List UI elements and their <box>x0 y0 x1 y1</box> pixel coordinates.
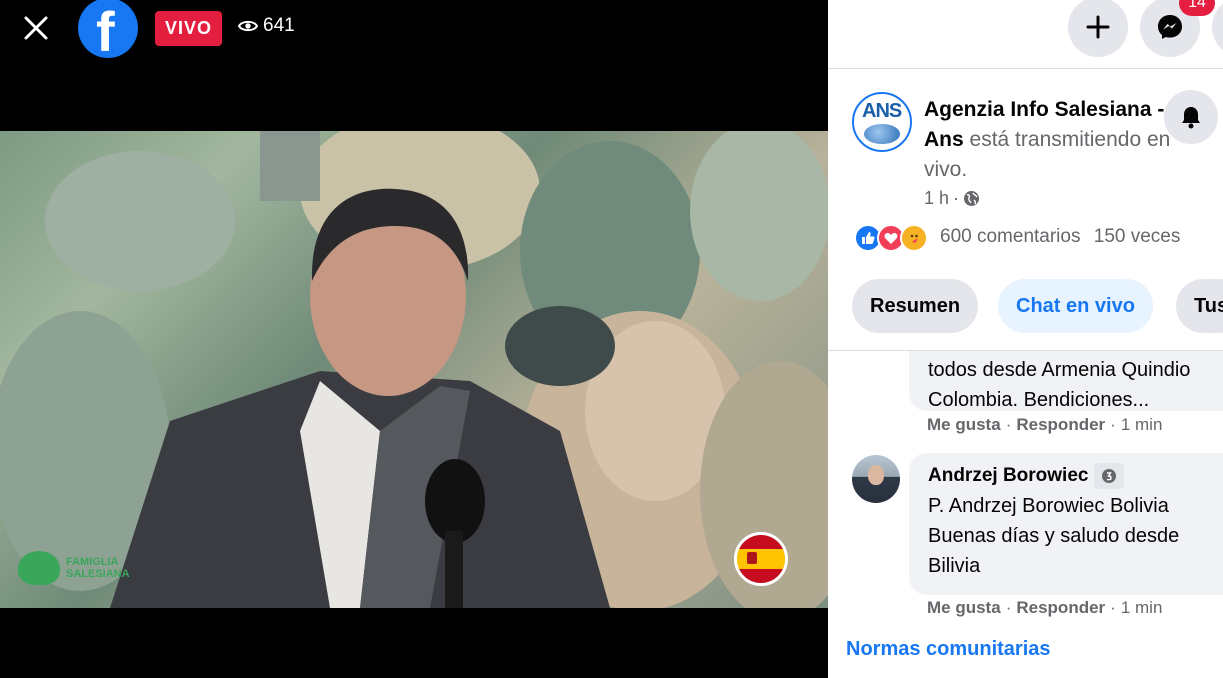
meta-dot: · <box>953 188 960 208</box>
notifications-bell-button[interactable] <box>1164 90 1218 144</box>
live-video-viewer: f VIVO 641 FAMIGLIA SALESIANA 14 ANS Age… <box>0 0 1223 678</box>
comment-reply-button[interactable]: Responder <box>1016 598 1105 617</box>
watermark-text: FAMIGLIA SALESIANA <box>66 556 130 580</box>
community-standards-link[interactable]: Normas comunitarias <box>846 638 1051 661</box>
comment-text-line[interactable]: Colombia. Bendiciones... <box>928 385 1223 415</box>
comment-text-line: Bilivia <box>928 555 981 577</box>
reaction-icons[interactable] <box>854 224 928 252</box>
famiglia-salesiana-watermark: FAMIGLIA SALESIANA <box>18 551 130 585</box>
post-time[interactable]: 1 h <box>924 188 949 209</box>
video-pane: f VIVO 641 FAMIGLIA SALESIANA <box>0 0 828 678</box>
tab-tus[interactable]: Tus <box>1176 279 1223 333</box>
close-icon[interactable] <box>14 6 58 50</box>
comments-count[interactable]: 600 comentarios <box>940 226 1080 247</box>
comment-time[interactable]: 1 min <box>1121 415 1163 434</box>
post-meta: 1 h · <box>924 188 980 209</box>
shares-count[interactable]: 150 veces <box>1094 226 1181 247</box>
tab-chat-en-vivo[interactable]: Chat en vivo <box>998 279 1153 333</box>
post-header-text: Agenzia Info Salesiana - Ans está transm… <box>924 95 1174 185</box>
create-button[interactable] <box>1068 0 1128 57</box>
avatar[interactable] <box>852 455 900 503</box>
plus-icon <box>1086 15 1110 39</box>
comment-actions: Me gusta · Responder · 1 min <box>927 415 1163 434</box>
live-badge: VIVO <box>155 11 223 46</box>
top-bar: 14 <box>828 0 1223 69</box>
engagement-counts: 600 comentarios 150 veces <box>940 226 1188 248</box>
tab-resumen[interactable]: Resumen <box>852 279 979 333</box>
comment-actions: Me gusta · Responder · 1 min <box>927 598 1163 617</box>
page-avatar[interactable]: ANS <box>852 92 912 152</box>
comment-time[interactable]: 1 min <box>1121 598 1163 617</box>
comment-author-name[interactable]: Andrzej Borowiec <box>928 465 1088 487</box>
notification-badge: 14 <box>1179 0 1215 16</box>
eye-icon <box>238 20 258 32</box>
comment-author-row: Andrzej Borowiec <box>928 461 1223 491</box>
care-reaction-icon <box>900 224 928 252</box>
comments-list: todos desde Armenia Quindio Colombia. Be… <box>828 350 1223 678</box>
comment-reply-button[interactable]: Responder <box>1016 415 1105 434</box>
comment-bubble: Andrzej Borowiec P. Andrzej Borowiec Bol… <box>909 453 1223 595</box>
messenger-icon <box>1158 15 1182 39</box>
tree-logo-icon <box>18 551 60 585</box>
top-fan-badge-icon <box>1094 463 1125 489</box>
side-panel: 14 ANS Agenzia Info Salesiana - Ans está… <box>828 0 1223 678</box>
comment-like-button[interactable]: Me gusta <box>927 415 1001 434</box>
mural-background <box>0 131 828 608</box>
globe-icon <box>964 191 980 206</box>
comment-like-button[interactable]: Me gusta <box>927 598 1001 617</box>
comment-text-line: todos desde Armenia Quindio <box>928 359 1191 381</box>
comment-text-line: P. Andrzej Borowiec Bolivia <box>928 495 1169 517</box>
video-frame[interactable]: FAMIGLIA SALESIANA <box>0 131 828 608</box>
bell-icon <box>1182 107 1200 129</box>
spain-flag-icon[interactable] <box>734 532 788 586</box>
comment-bubble: todos desde Armenia Quindio Colombia. Be… <box>909 351 1223 411</box>
facebook-logo-icon[interactable]: f <box>78 0 138 58</box>
comment-text-line: Buenas días y saludo desde <box>928 525 1180 547</box>
viewer-count: 641 <box>238 15 295 37</box>
viewer-count-number: 641 <box>263 15 295 36</box>
